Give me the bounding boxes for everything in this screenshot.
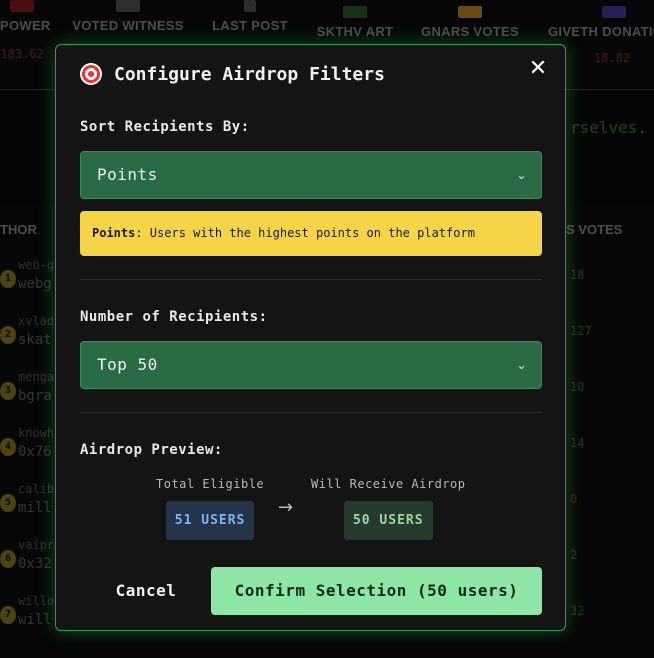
recipients-select[interactable]: Top 50 ⌄ xyxy=(80,341,542,389)
sort-select-value: Points xyxy=(97,165,158,184)
modal-title: Configure Airdrop Filters xyxy=(80,63,385,85)
arrow-right-icon: → xyxy=(278,497,294,518)
total-eligible-badge: 51 USERS xyxy=(165,501,255,540)
airdrop-filter-modal: Configure Airdrop Filters ✕ Sort Recipie… xyxy=(55,44,566,631)
sort-label: Sort Recipients By: xyxy=(80,119,250,135)
cancel-button[interactable]: Cancel xyxy=(96,567,196,615)
will-receive-badge: 50 USERS xyxy=(343,501,433,540)
sort-description-term: Points xyxy=(92,226,136,240)
divider xyxy=(80,412,542,413)
divider xyxy=(80,279,542,280)
sort-select[interactable]: Points ⌄ xyxy=(80,151,542,199)
close-icon: ✕ xyxy=(528,56,548,81)
preview-will-receive: Will Receive Airdrop 50 USERS xyxy=(311,477,466,540)
target-icon xyxy=(80,63,102,85)
preview-total-eligible: Total Eligible 51 USERS xyxy=(156,477,264,540)
will-receive-label: Will Receive Airdrop xyxy=(311,477,466,491)
modal-title-text: Configure Airdrop Filters xyxy=(114,63,385,85)
confirm-selection-button[interactable]: Confirm Selection (50 users) xyxy=(211,567,542,615)
preview-label: Airdrop Preview: xyxy=(80,442,223,458)
recipients-select-value: Top 50 xyxy=(97,355,158,374)
total-eligible-label: Total Eligible xyxy=(156,477,265,491)
chevron-down-icon: ⌄ xyxy=(516,358,527,372)
chevron-down-icon: ⌄ xyxy=(516,168,527,182)
recipients-label: Number of Recipients: xyxy=(80,309,268,325)
close-button[interactable]: ✕ xyxy=(526,57,550,81)
sort-description: Points: Users with the highest points on… xyxy=(80,211,542,256)
sort-description-text: : Users with the highest points on the p… xyxy=(135,226,475,240)
